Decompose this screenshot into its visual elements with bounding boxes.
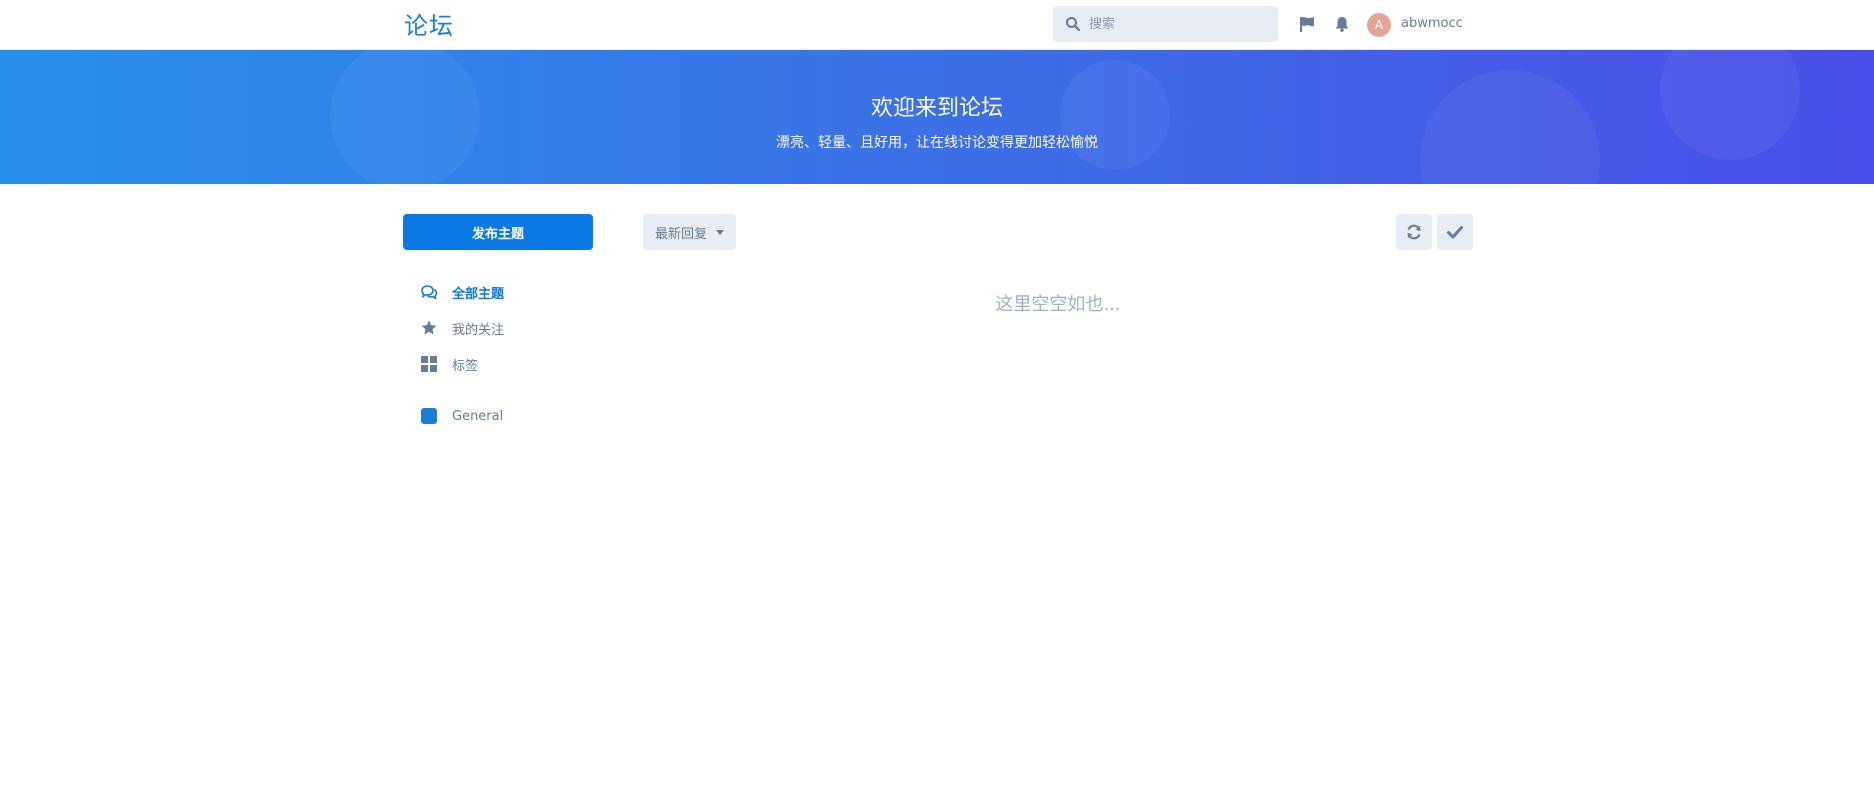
sidebar-item-all-discussions[interactable]: 全部主题 xyxy=(420,274,600,310)
check-icon xyxy=(1447,226,1463,239)
sidebar-item-label: 标签 xyxy=(452,358,479,374)
sidebar-item-label: General xyxy=(452,408,504,424)
mark-all-read-button[interactable] xyxy=(1437,214,1473,250)
avatar[interactable]: A xyxy=(1367,13,1391,37)
nav-separator xyxy=(420,382,600,398)
hero-banner: 欢迎来到论坛 漂亮、轻量、且好用，让在线讨论变得更加轻松愉悦 xyxy=(0,50,1874,184)
sort-label: 最新回复 xyxy=(655,226,708,242)
star-icon xyxy=(420,319,438,337)
refresh-button[interactable] xyxy=(1396,214,1432,250)
sidebar-item-following[interactable]: 我的关注 xyxy=(420,310,600,346)
hero-subtitle: 漂亮、轻量、且好用，让在线讨论变得更加轻松愉悦 xyxy=(776,135,1098,151)
refresh-icon xyxy=(1407,224,1421,240)
search-box[interactable] xyxy=(1053,6,1278,42)
sort-dropdown-button[interactable]: 最新回复 xyxy=(643,214,736,250)
site-header: 论坛 A abwmocc xyxy=(0,0,1874,50)
hero-title: 欢迎来到论坛 xyxy=(870,96,1003,121)
flag-icon[interactable] xyxy=(1298,15,1316,33)
sidebar-item-label: 我的关注 xyxy=(452,322,505,338)
sidebar-item-tag-general[interactable]: General xyxy=(420,398,600,434)
sidebar-item-label: 全部主题 xyxy=(452,286,505,302)
th-large-icon xyxy=(420,355,438,373)
comments-icon xyxy=(420,283,438,301)
tag-square-icon xyxy=(420,407,438,425)
hero-decoration xyxy=(1420,70,1600,184)
sidebar-nav: 全部主题 我的关注 标签 General xyxy=(420,274,600,434)
search-input[interactable] xyxy=(1087,6,1267,42)
search-icon xyxy=(1066,17,1081,32)
username[interactable]: abwmocc xyxy=(1401,16,1463,31)
bell-icon[interactable] xyxy=(1333,15,1351,33)
sidebar-item-tags[interactable]: 标签 xyxy=(420,346,600,382)
site-brand[interactable]: 论坛 xyxy=(404,6,454,41)
start-discussion-button[interactable]: 发布主题 xyxy=(403,214,593,250)
empty-state-text: 这里空空如也... xyxy=(995,294,1121,315)
caret-down-icon xyxy=(716,230,724,235)
